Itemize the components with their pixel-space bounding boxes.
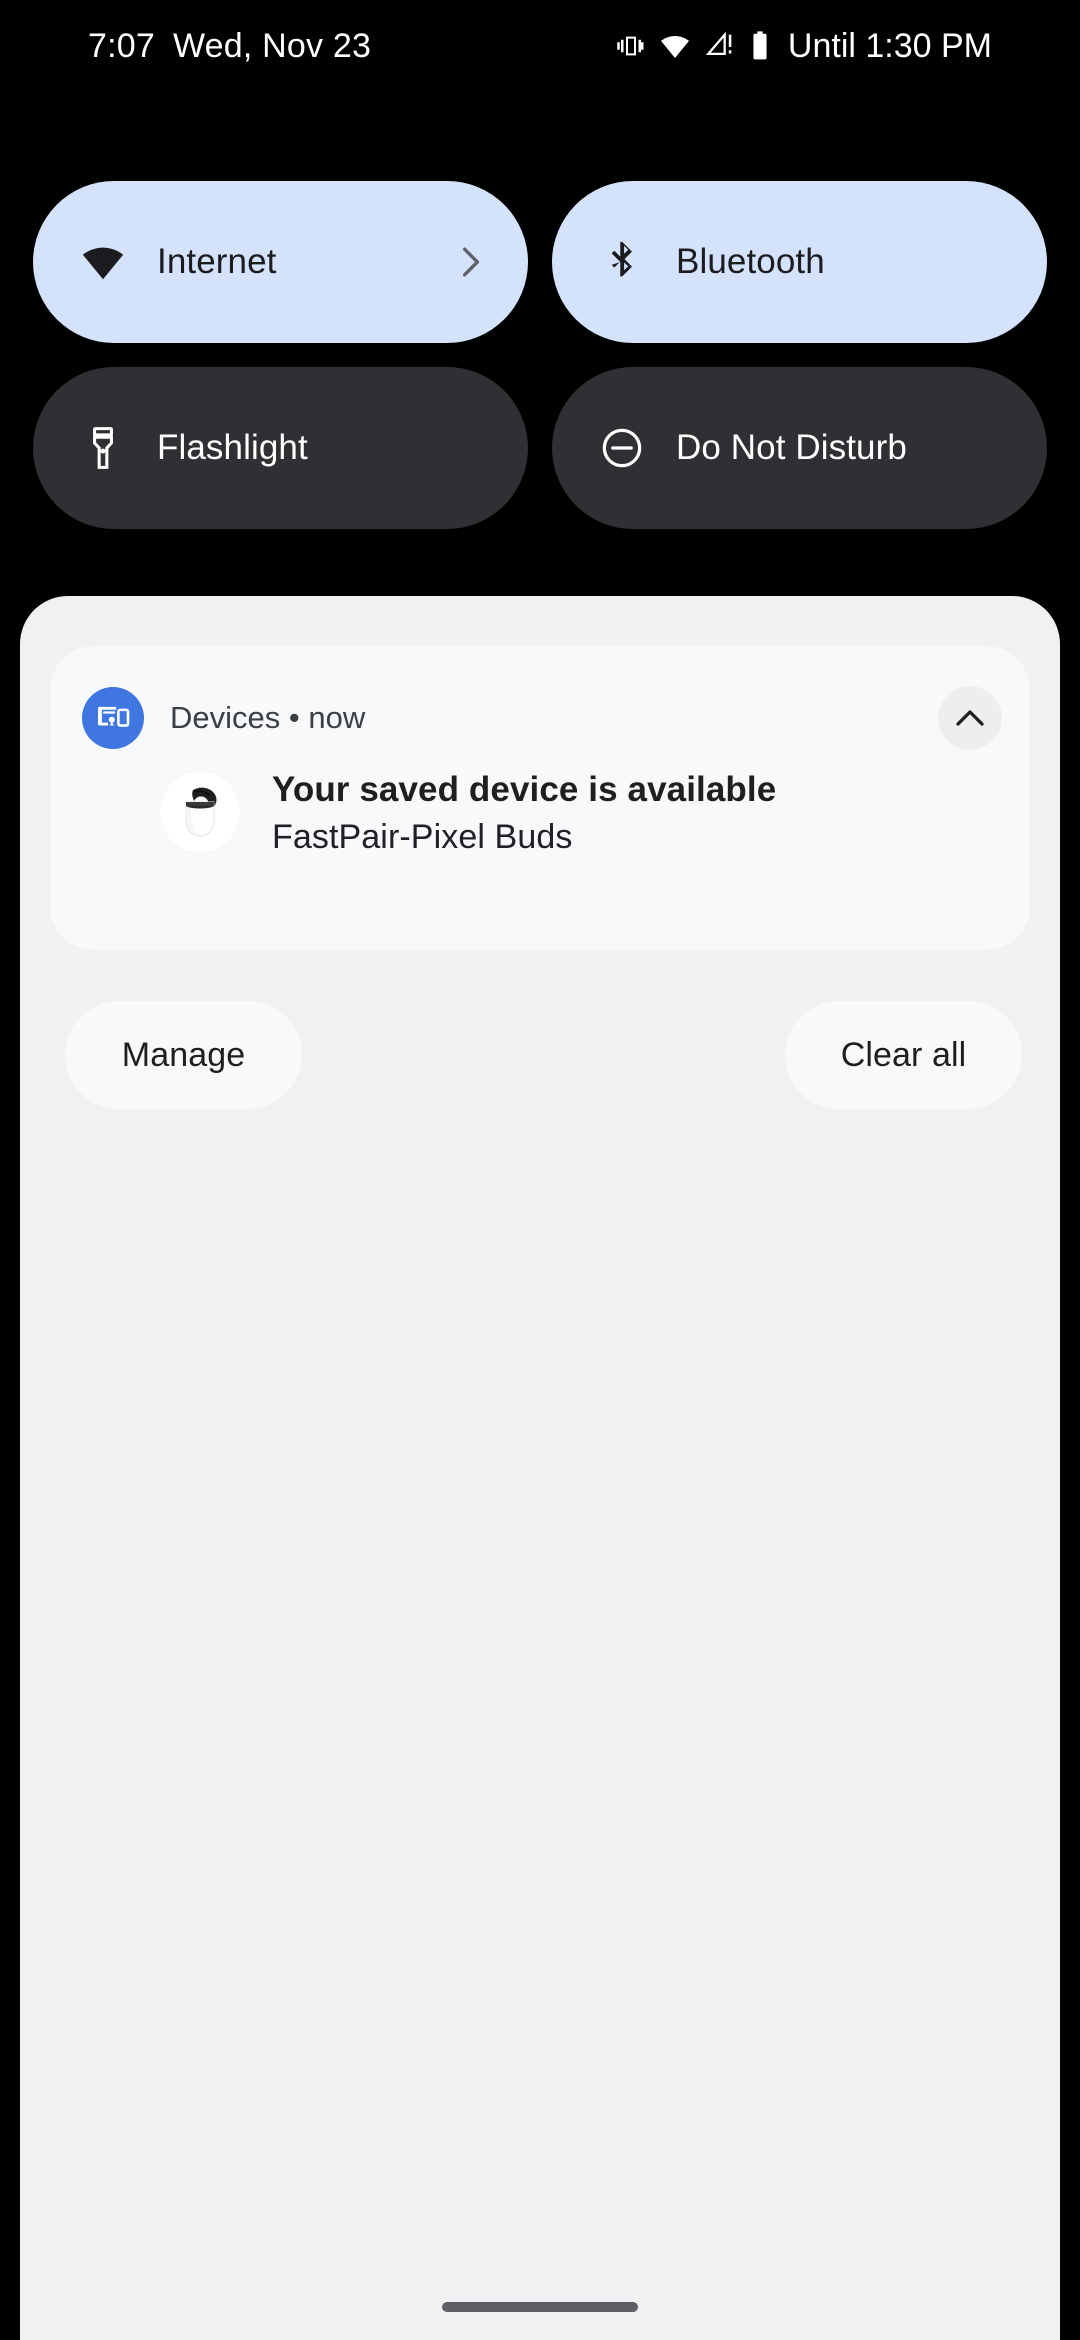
clear-all-button[interactable]: Clear all [785, 1001, 1022, 1109]
notification-body: Your saved device is available FastPair-… [160, 768, 990, 857]
status-bar-date: Wed, Nov 23 [172, 26, 372, 65]
battery-estimate-label: Until 1:30 PM [787, 26, 992, 65]
notification-shade-panel: Devices • now Your saved device is avail… [20, 596, 1060, 2340]
vibrate-icon [616, 31, 646, 61]
status-bar: 7:07 Wed, Nov 23 Until 1:30 PM [0, 0, 1080, 92]
shade-action-row: Manage Clear all [65, 1001, 1022, 1109]
qs-tile-do-not-disturb[interactable]: Do Not Disturb [552, 367, 1047, 529]
chevron-right-icon[interactable] [458, 246, 484, 278]
status-bar-right: Until 1:30 PM [616, 27, 992, 66]
notification-source-line: Devices • now [170, 700, 366, 735]
qs-tile-label-bluetooth: Bluetooth [676, 242, 825, 281]
do-not-disturb-icon [598, 424, 646, 472]
qs-tile-label-dnd: Do Not Disturb [676, 428, 907, 467]
quick-settings-tiles: Internet Bluetooth Flashlight Do Not Dis… [33, 181, 1047, 529]
status-bar-left: 7:07 Wed, Nov 23 [88, 27, 371, 66]
chevron-up-icon[interactable] [938, 686, 1002, 750]
qs-tile-label-internet: Internet [157, 242, 277, 281]
battery-icon [749, 30, 771, 62]
wifi-icon [79, 238, 127, 286]
flashlight-icon [79, 424, 127, 472]
notification-header: Devices • now [82, 684, 1002, 752]
status-bar-clock: 7:07 [88, 26, 155, 65]
bluetooth-icon [598, 238, 646, 286]
qs-tile-internet[interactable]: Internet [33, 181, 528, 343]
qs-tile-flashlight[interactable]: Flashlight [33, 367, 528, 529]
cellular-no-sim-icon [704, 30, 736, 62]
home-gesture-handle[interactable] [442, 2302, 638, 2312]
notification-text-block: Your saved device is available FastPair-… [272, 768, 776, 857]
pixel-buds-case-image [160, 772, 240, 852]
qs-tile-label-flashlight: Flashlight [157, 428, 308, 467]
devices-icon [82, 687, 144, 749]
notification-title: Your saved device is available [272, 770, 777, 809]
notification-card-fastpair[interactable]: Devices • now Your saved device is avail… [50, 646, 1030, 950]
notification-subtitle: FastPair-Pixel Buds [272, 818, 573, 856]
manage-button[interactable]: Manage [65, 1001, 302, 1109]
wifi-icon [659, 30, 691, 62]
qs-tile-bluetooth[interactable]: Bluetooth [552, 181, 1047, 343]
